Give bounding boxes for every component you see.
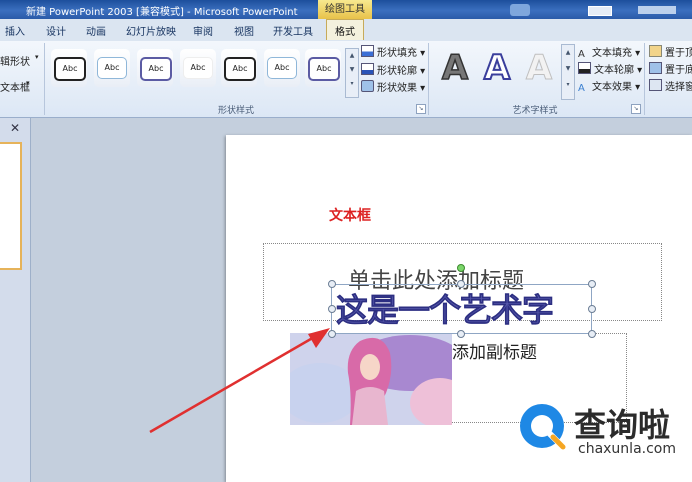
shape-style-preset[interactable]: Abc [305,49,341,87]
tab-review[interactable]: 审阅 [193,23,213,38]
window-control-icon[interactable] [588,6,612,16]
bring-forward-icon [649,45,662,57]
shape-style-sample: Abc [97,57,127,79]
slides-panel: ✕ [0,118,31,482]
resize-handle[interactable] [328,305,336,313]
selection-pane-button[interactable]: 选择窗 [649,78,692,93]
annotation-arrow [149,328,330,434]
chevron-down-icon[interactable]: ▼ [562,61,574,77]
shape-effects-button[interactable]: 形状效果 ▾ [361,79,425,94]
title-bar: 新建 PowerPoint 2003 [兼容模式] - Microsoft Po… [0,0,692,19]
shape-style-sample: Abc [140,57,172,81]
rotation-handle[interactable] [457,264,465,272]
resize-handle[interactable] [457,330,465,338]
text-outline-button[interactable]: 文本轮廓 ▾ [578,61,642,76]
group-label-wordart-styles: 艺术字样式 [512,106,558,116]
text-effects-icon: A [578,83,585,94]
send-to-back-button[interactable]: 置于底 [649,61,692,76]
tab-slideshow[interactable]: 幻灯片放映 [126,23,176,38]
text-outline-icon [578,62,591,74]
watermark-brand: 查询啦 [574,406,671,444]
arrow-head [308,328,330,348]
tab-insert[interactable]: 插入 [5,23,25,38]
chevron-up-icon[interactable]: ▲ [346,49,358,63]
group-divider [644,43,645,115]
subtitle-placeholder-text[interactable]: 添加副标题 [452,338,537,363]
shape-style-preset[interactable]: Abc [221,49,257,87]
slide-thumbnail[interactable] [0,142,22,270]
gallery-scroll[interactable]: ▲ ▼ ▾ [345,48,359,98]
watermark-url: chaxunla.com [578,441,676,457]
group-divider [428,43,429,115]
more-icon[interactable]: ▾ [346,77,358,91]
bring-to-front-button[interactable]: 置于顶 [649,44,692,59]
chaxunla-logo-icon [520,404,566,450]
resize-handle[interactable] [328,280,336,288]
cloud-icon [510,4,530,16]
shape-style-sample: Abc [267,57,297,79]
shape-style-sample: Abc [54,57,86,81]
tab-view[interactable]: 视图 [234,23,254,38]
send-backward-icon [649,62,662,74]
wordart-style-preset[interactable]: A [518,47,560,89]
text-fill-icon: A [578,49,585,60]
resize-handle[interactable] [588,330,596,338]
shape-style-preset[interactable]: Abc [137,49,173,87]
paint-bucket-icon [361,45,374,57]
tab-developer[interactable]: 开发工具 [273,23,313,38]
close-icon[interactable]: ✕ [10,121,20,135]
shape-style-preset[interactable]: Abc [264,49,300,87]
edit-shape-button[interactable]: 辑形状 [0,53,30,68]
text-fill-button[interactable]: A 文本填充 ▾ [578,44,640,60]
group-divider [44,43,45,115]
dropdown-arrow-icon: ▾ [26,79,30,87]
wordart-style-preset[interactable]: A [434,47,476,89]
gallery-scroll[interactable]: ▲ ▼ ▾ [561,44,575,100]
shape-style-sample: Abc [183,57,213,79]
resize-handle[interactable] [588,305,596,313]
shape-style-sample: Abc [308,57,340,81]
shape-style-preset[interactable]: Abc [180,49,216,87]
drawing-tools-context-label: 绘图工具 [318,0,372,19]
shape-effects-icon [361,80,374,92]
window-title: 新建 PowerPoint 2003 [兼容模式] - Microsoft Po… [26,7,298,18]
chevron-up-icon[interactable]: ▲ [562,45,574,61]
pencil-icon [361,63,374,75]
dialog-launcher-icon[interactable]: ↘ [416,104,426,114]
arrow-shaft [149,334,317,434]
shape-style-sample: Abc [224,57,256,81]
ribbon: 辑形状 ▾ 文本框 ▾ Abc Abc Abc Abc Abc Abc Abc … [0,41,692,118]
resize-handle[interactable] [457,280,465,288]
shape-style-preset[interactable]: Abc [51,49,87,87]
shape-fill-button[interactable]: 形状填充 ▾ [361,44,425,59]
shape-outline-button[interactable]: 形状轮廓 ▾ [361,62,425,77]
more-icon[interactable]: ▾ [562,77,574,93]
tab-format[interactable]: 格式 [326,19,364,40]
tab-animation[interactable]: 动画 [86,23,106,38]
text-effects-button[interactable]: A 文本效果 ▾ [578,78,640,94]
window-control-icon[interactable] [638,6,676,14]
dialog-launcher-icon[interactable]: ↘ [631,104,641,114]
wordart-style-preset[interactable]: A [476,47,518,89]
chevron-down-icon[interactable]: ▼ [346,63,358,77]
ribbon-tab-bar: 插入 设计 动画 幻灯片放映 审阅 视图 开发工具 格式 [0,19,692,42]
wordart-selection-frame[interactable] [331,284,592,334]
selection-pane-icon [649,79,662,91]
group-label-shape-styles: 形状样式 [217,106,254,116]
shape-style-preset[interactable]: Abc [94,49,130,87]
dropdown-arrow-icon: ▾ [35,53,39,61]
resize-handle[interactable] [588,280,596,288]
textbox-annotation: 文本框 [329,208,371,224]
tab-design[interactable]: 设计 [46,23,66,38]
